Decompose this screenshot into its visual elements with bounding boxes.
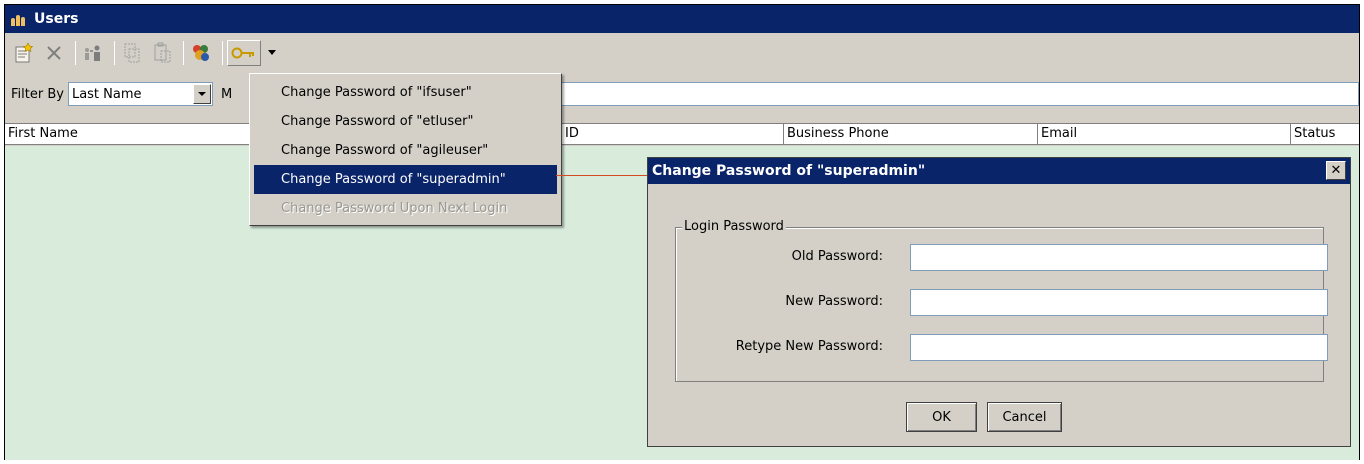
delete-icon[interactable] [41, 40, 67, 66]
column-header-id[interactable]: ID [562, 124, 784, 144]
filter-by-label: Filter By [11, 86, 64, 102]
filter-field-value: Last Name [71, 86, 142, 102]
users-app-icon [11, 12, 29, 26]
assign-icon[interactable] [80, 40, 106, 66]
column-header-business-phone[interactable]: Business Phone [784, 124, 1038, 144]
close-icon[interactable]: ✕ [1326, 161, 1346, 180]
login-password-group: Login Password Old Password: New Passwor… [675, 219, 1328, 382]
filter-field-select[interactable]: Last Name [67, 82, 213, 106]
ok-button[interactable]: OK [906, 402, 977, 432]
new-password-label: New Password: [785, 294, 883, 309]
change-password-menu: Change Password of "ifsuser" Change Pass… [249, 73, 562, 226]
toolbar-separator [222, 41, 223, 65]
toolbar-separator [183, 41, 184, 65]
group-icon[interactable] [188, 40, 214, 66]
retype-password-label: Retype New Password: [735, 339, 883, 354]
dropdown-arrow-icon[interactable] [265, 40, 279, 66]
dialog-titlebar: Change Password of "superadmin" ✕ [648, 158, 1350, 184]
change-password-dialog: Change Password of "superadmin" ✕ Login … [647, 157, 1351, 447]
menu-item-etluser[interactable]: Change Password of "etluser" [250, 107, 561, 136]
copy-icon[interactable] [119, 40, 145, 66]
dialog-title: Change Password of "superadmin" [652, 163, 926, 179]
toolbar-separator [75, 41, 76, 65]
window-titlebar: Users [5, 5, 1359, 33]
callout-connector-line [556, 175, 650, 176]
retype-password-field[interactable] [910, 334, 1328, 361]
new-user-icon[interactable] [11, 40, 37, 66]
filter-bar: Filter By Last Name M [5, 77, 1359, 111]
new-password-field[interactable] [910, 289, 1328, 316]
chevron-down-icon[interactable] [192, 84, 211, 104]
old-password-field[interactable] [910, 244, 1328, 271]
column-header-status[interactable]: Status [1291, 124, 1360, 144]
window-title: Users [34, 11, 79, 27]
column-header-email[interactable]: Email [1038, 124, 1291, 144]
cancel-button[interactable]: Cancel [987, 402, 1062, 432]
toolbar [5, 35, 1359, 71]
menu-item-agileuser[interactable]: Change Password of "agileuser" [250, 136, 561, 165]
grid-header: First Name ID Business Phone Email Statu… [5, 123, 1359, 145]
filter-match-label: M [220, 86, 233, 102]
filter-search-input[interactable] [560, 82, 1359, 106]
group-label: Login Password [682, 219, 786, 234]
menu-item-ifsuser[interactable]: Change Password of "ifsuser" [250, 78, 561, 107]
old-password-label: Old Password: [791, 249, 883, 264]
paste-icon[interactable] [149, 40, 175, 66]
menu-item-superadmin[interactable]: Change Password of "superadmin" [254, 165, 557, 194]
toolbar-separator [114, 41, 115, 65]
key-icon[interactable] [227, 40, 261, 66]
menu-item-change-upon-next-login: Change Password Upon Next Login [281, 201, 508, 216]
